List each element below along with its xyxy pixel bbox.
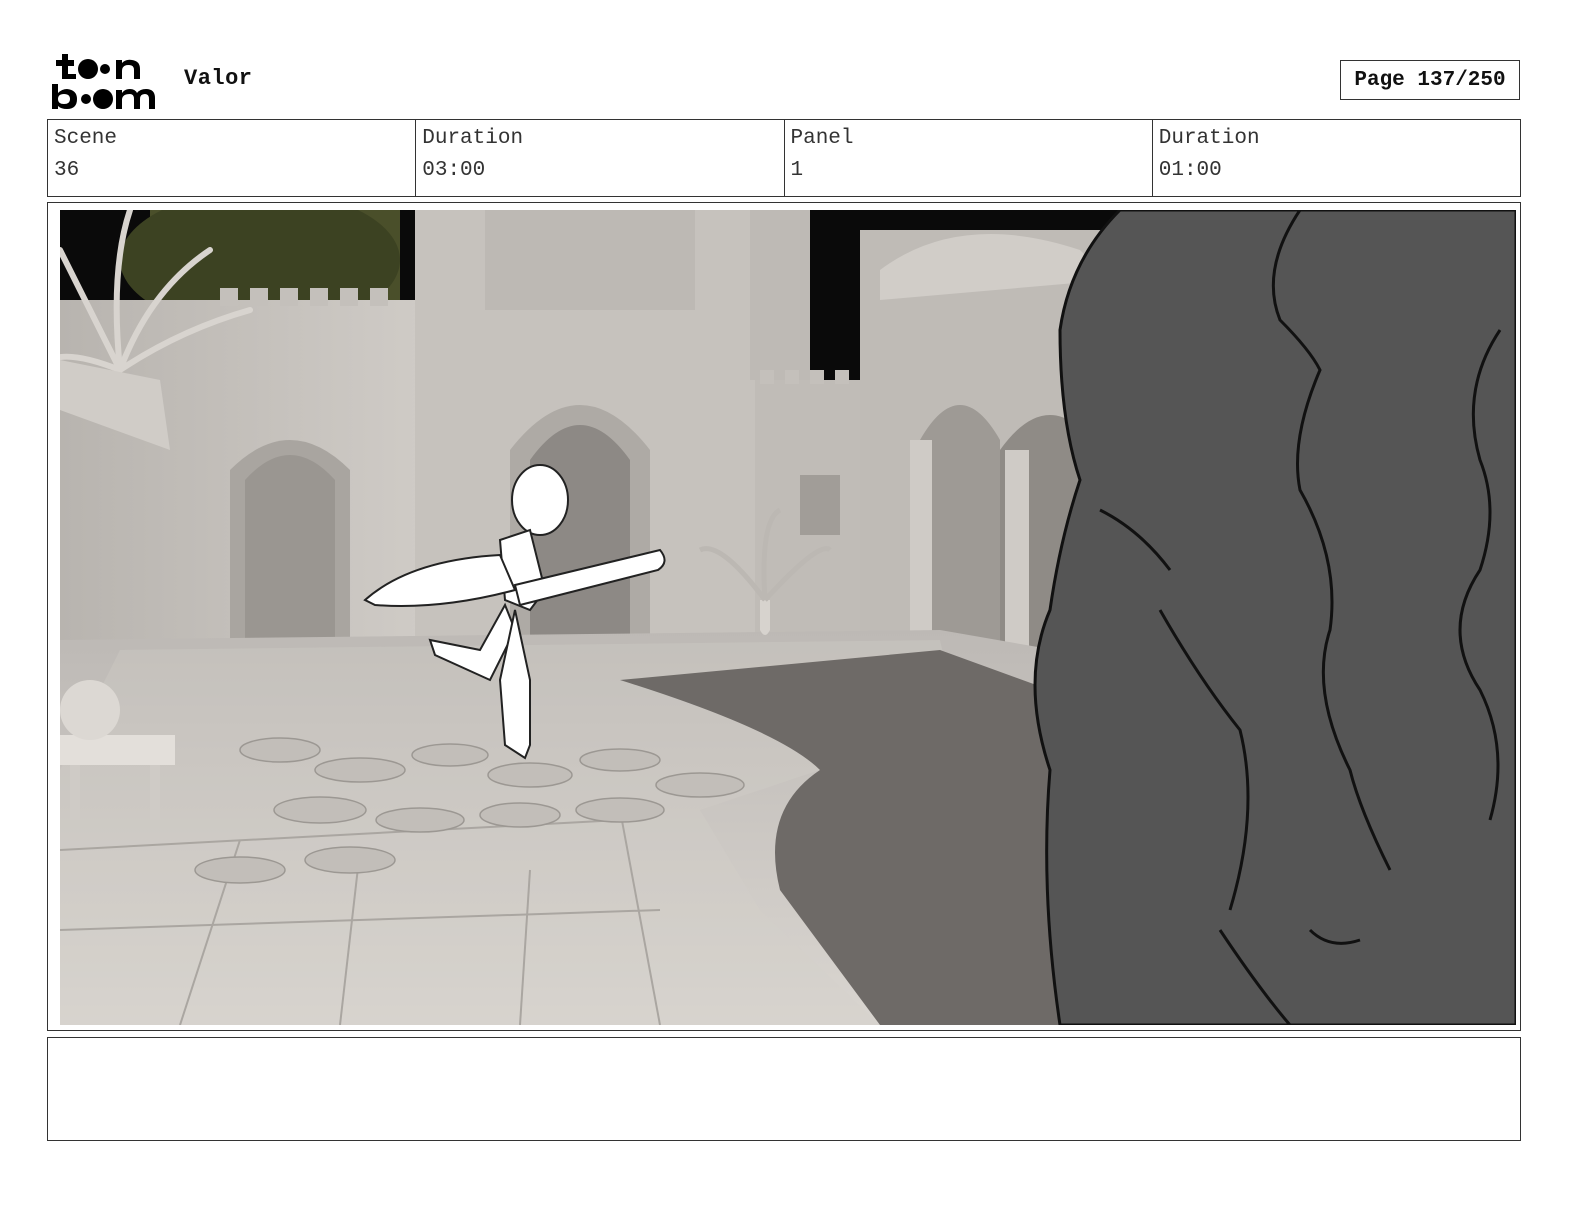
storyboard-panel-frame — [47, 202, 1521, 1031]
panel-cell: Panel 1 — [785, 120, 1153, 196]
project-title: Valor — [184, 66, 253, 91]
scene-value: 36 — [54, 159, 80, 182]
panel-duration-value: 01:00 — [1158, 159, 1222, 182]
toonboom-logo — [52, 54, 155, 109]
scene-duration-label: Duration — [422, 127, 524, 150]
panel-label: Panel — [790, 127, 854, 150]
panel-value: 1 — [790, 159, 804, 182]
panel-duration-cell: Duration 01:00 — [1153, 120, 1520, 196]
panel-duration-label: Duration — [1158, 127, 1260, 150]
page-indicator: Page 137/250 — [1340, 60, 1520, 100]
notes-box — [47, 1037, 1521, 1141]
scene-cell: Scene 36 — [48, 120, 417, 196]
scene-duration-value: 03:00 — [422, 159, 486, 182]
scene-label: Scene — [54, 127, 118, 150]
creature-sketch — [1033, 210, 1516, 1025]
info-table: Scene 36 Duration 03:00 Panel 1 Duration… — [47, 119, 1521, 197]
scene-duration-cell: Duration 03:00 — [416, 120, 785, 196]
storyboard-panel-image — [60, 210, 1516, 1025]
